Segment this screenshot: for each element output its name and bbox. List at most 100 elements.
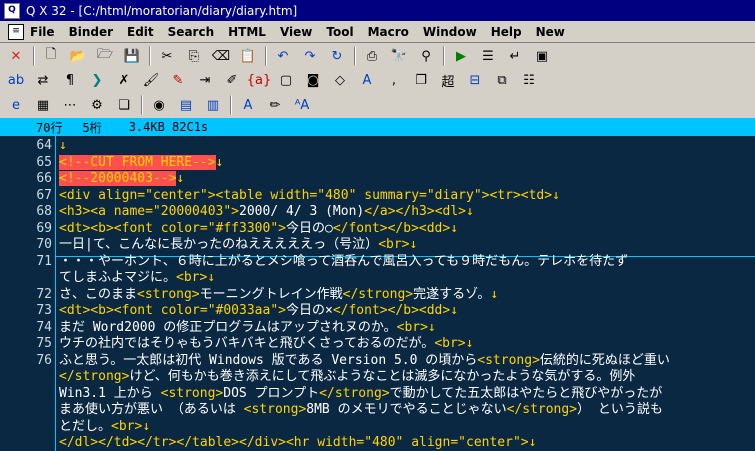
cube-icon[interactable]: ▢ bbox=[275, 69, 297, 91]
layers-icon[interactable]: ❏ bbox=[113, 94, 135, 116]
toolbar-separator bbox=[149, 46, 151, 66]
document-control-icon[interactable]: ≡ bbox=[8, 23, 24, 40]
newline-marker: ↓ bbox=[490, 286, 499, 302]
preview-icon[interactable]: ◉ bbox=[148, 94, 170, 116]
code-line[interactable]: とだし。<br>↓ bbox=[59, 419, 150, 435]
split-icon[interactable]: ⊟ bbox=[464, 69, 486, 91]
app-icon[interactable]: Q bbox=[4, 2, 20, 19]
code-line[interactable]: てしまふよマジに。<br>↓ bbox=[59, 270, 215, 286]
font-a-icon[interactable]: A bbox=[356, 69, 378, 91]
browser-icon[interactable]: e bbox=[5, 94, 27, 116]
code-line[interactable]: <!--20000403-->↓ bbox=[59, 171, 184, 187]
menu-edit[interactable]: Edit bbox=[127, 25, 154, 39]
find-next-icon[interactable]: ⚲ bbox=[415, 45, 437, 67]
save-icon[interactable]: 💾 bbox=[121, 45, 143, 67]
pages-icon[interactable]: ❐ bbox=[410, 69, 432, 91]
code-line[interactable]: ↓ bbox=[59, 138, 67, 154]
code-line[interactable]: ウチの社内ではそりゃもうバキバキと飛びくさっておるのだが。<br>↓ bbox=[59, 336, 473, 352]
menu-help[interactable]: Help bbox=[491, 25, 522, 39]
menu-file[interactable]: File bbox=[30, 25, 55, 39]
toolbar-separator bbox=[443, 46, 445, 66]
tag-icon[interactable]: ◇ bbox=[329, 69, 351, 91]
text-editor[interactable]: 64 65 66 67 68 69 70 71 72 73 74 75 76 ↓ <!--CUT FROM… bbox=[0, 136, 755, 451]
code-line[interactable]: ふと思う。一太郎は初代 Windows 版である Version 5.0 の頃か… bbox=[59, 353, 670, 369]
braces-a-icon[interactable]: {a} bbox=[247, 69, 272, 91]
menu-search[interactable]: Search bbox=[168, 25, 214, 39]
view-icon[interactable]: ▥ bbox=[202, 94, 224, 116]
text-abc-icon[interactable]: ab bbox=[5, 69, 27, 91]
eraser-icon[interactable]: ⌫ bbox=[210, 45, 232, 67]
indent-icon[interactable]: ⇥ bbox=[194, 69, 216, 91]
code-line[interactable]: 一日|て、こんなに長かったのねえええええっ（号泣）<br>↓ bbox=[59, 237, 417, 253]
menu-bar: ≡ File Binder Edit Search HTML View Tool… bbox=[0, 21, 755, 43]
body-text: 完遂するゾ。 bbox=[413, 286, 491, 302]
editor-status-bar: 70行 5桁 3.4KB 82C1s bbox=[0, 118, 755, 136]
code-line[interactable]: まだ Word2000 の修正プログラムはアップされヌのか。<br>↓ bbox=[59, 320, 436, 336]
redo-icon[interactable]: ↷ bbox=[299, 45, 321, 67]
brush-icon[interactable]: ✎ bbox=[167, 69, 189, 91]
jump-icon[interactable]: ↵ bbox=[504, 45, 526, 67]
menu-new[interactable]: New bbox=[536, 25, 565, 39]
menu-view[interactable]: View bbox=[280, 25, 312, 39]
ruler-icon[interactable]: ▤ bbox=[175, 94, 197, 116]
window-tile-icon[interactable]: ☷ bbox=[518, 69, 540, 91]
cut-icon[interactable]: ✂ bbox=[156, 45, 178, 67]
new-doc-icon[interactable]: 🗋 bbox=[40, 45, 62, 67]
menu-binder[interactable]: Binder bbox=[69, 25, 113, 39]
code-line[interactable]: <div align="center"><table width="480" s… bbox=[59, 188, 560, 204]
menu-macro[interactable]: Macro bbox=[368, 25, 409, 39]
code-line[interactable]: <dt><b><font color="#0033aa">今日の×</font>… bbox=[59, 303, 458, 319]
menu-html[interactable]: HTML bbox=[228, 25, 266, 39]
highlight-icon[interactable]: ✏ bbox=[264, 94, 286, 116]
body-text: 8MB のメモリでやることじゃない bbox=[306, 402, 507, 417]
chevron-right-icon[interactable]: ❯ bbox=[86, 69, 108, 91]
find-icon[interactable]: 🔭 bbox=[388, 45, 410, 67]
window-icon[interactable]: ▣ bbox=[531, 45, 553, 67]
font-size-icon[interactable]: ᴬA bbox=[291, 94, 313, 116]
html-tag: <dt><b><font color="#0033aa"> bbox=[59, 303, 286, 318]
body-text: ウチの社内ではそりゃもうバキバキと飛びくさっておるのだが。 bbox=[59, 336, 435, 351]
title-bar: Q Q X 32 - [C:/html/moratorian/diary/dia… bbox=[0, 0, 755, 21]
text-format-icon[interactable]: ¶ bbox=[59, 69, 81, 91]
menu-window[interactable]: Window bbox=[423, 25, 477, 39]
tools-icon[interactable]: ✗ bbox=[113, 69, 135, 91]
macro-record-icon[interactable]: ▶ bbox=[450, 45, 472, 67]
line-number: 66 bbox=[36, 171, 52, 186]
window-cascade-icon[interactable]: ⧉ bbox=[491, 69, 513, 91]
pen-icon[interactable]: ✐ bbox=[221, 69, 243, 91]
code-line[interactable]: <!--CUT FROM HERE-->↓ bbox=[59, 154, 223, 171]
menu-tool[interactable]: Tool bbox=[326, 25, 353, 39]
body-text: さ、このまま bbox=[59, 286, 138, 302]
double-icon[interactable]: ⋯ bbox=[59, 94, 81, 116]
repeat-icon[interactable]: ↻ bbox=[326, 45, 348, 67]
font-bold-a-icon[interactable]: A bbox=[237, 94, 259, 116]
code-line[interactable]: <dt><b><font color="#ff3300">今日の○</font>… bbox=[59, 221, 458, 237]
close-doc-icon[interactable]: ✕ bbox=[5, 45, 27, 67]
replace-icon[interactable]: ⇄ bbox=[32, 69, 54, 91]
print-icon[interactable]: ⎙ bbox=[361, 45, 383, 67]
body-text: で動かしてた五太郎はやたらと飛びやがったが bbox=[389, 385, 663, 401]
code-line[interactable]: まあ使い方が悪い （あるいは <strong>8MB のメモリでやることじゃない… bbox=[59, 402, 663, 418]
code-line[interactable]: Win3.1 上から <strong>DOS プロンプト</strong>で動か… bbox=[59, 386, 662, 402]
code-line[interactable]: <h3><a name="20000403">2000/ 4/ 3 (Mon)<… bbox=[59, 204, 474, 220]
paste-icon[interactable]: 📋 bbox=[237, 45, 259, 67]
line-number: 71 bbox=[36, 253, 52, 269]
paint-icon[interactable]: 🖌 bbox=[140, 69, 162, 91]
screen-icon[interactable]: ◙ bbox=[302, 69, 324, 91]
gear-icon[interactable]: ⚙ bbox=[86, 94, 108, 116]
macro-list-icon[interactable]: ☰ bbox=[477, 45, 499, 67]
code-line[interactable]: さ、このまま<strong>モーニングトレイン作戦</strong>完遂するゾ。… bbox=[59, 287, 498, 303]
grid-icon[interactable]: ▦ bbox=[32, 94, 54, 116]
html-tag: <br>↓ bbox=[176, 270, 216, 285]
html-tag: <h3><a name="20000403"> bbox=[59, 204, 240, 219]
copy-icon[interactable]: ⎘ bbox=[183, 45, 205, 67]
code-line[interactable]: </dl></td></tr></table></div><hr width="… bbox=[59, 435, 536, 451]
open-file-icon[interactable]: 🗁 bbox=[94, 45, 116, 67]
open-folder-icon[interactable]: 📂 bbox=[67, 45, 89, 67]
code-line[interactable]: </strong>けど、何もかも巻き添えにして飛ぶようなことは滅多になかったよう… bbox=[59, 369, 635, 385]
comma-icon[interactable]: , bbox=[383, 69, 405, 91]
undo-icon[interactable]: ↶ bbox=[272, 45, 294, 67]
kanji-icon[interactable]: 超 bbox=[437, 69, 459, 91]
body-text: 伝統的に死ぬほど重い bbox=[539, 352, 670, 368]
code-line[interactable]: ・・・やーホント、６時に上がるとメシ喰って酒呑んで風呂入っても９時だもん。テレホ… bbox=[59, 254, 628, 270]
